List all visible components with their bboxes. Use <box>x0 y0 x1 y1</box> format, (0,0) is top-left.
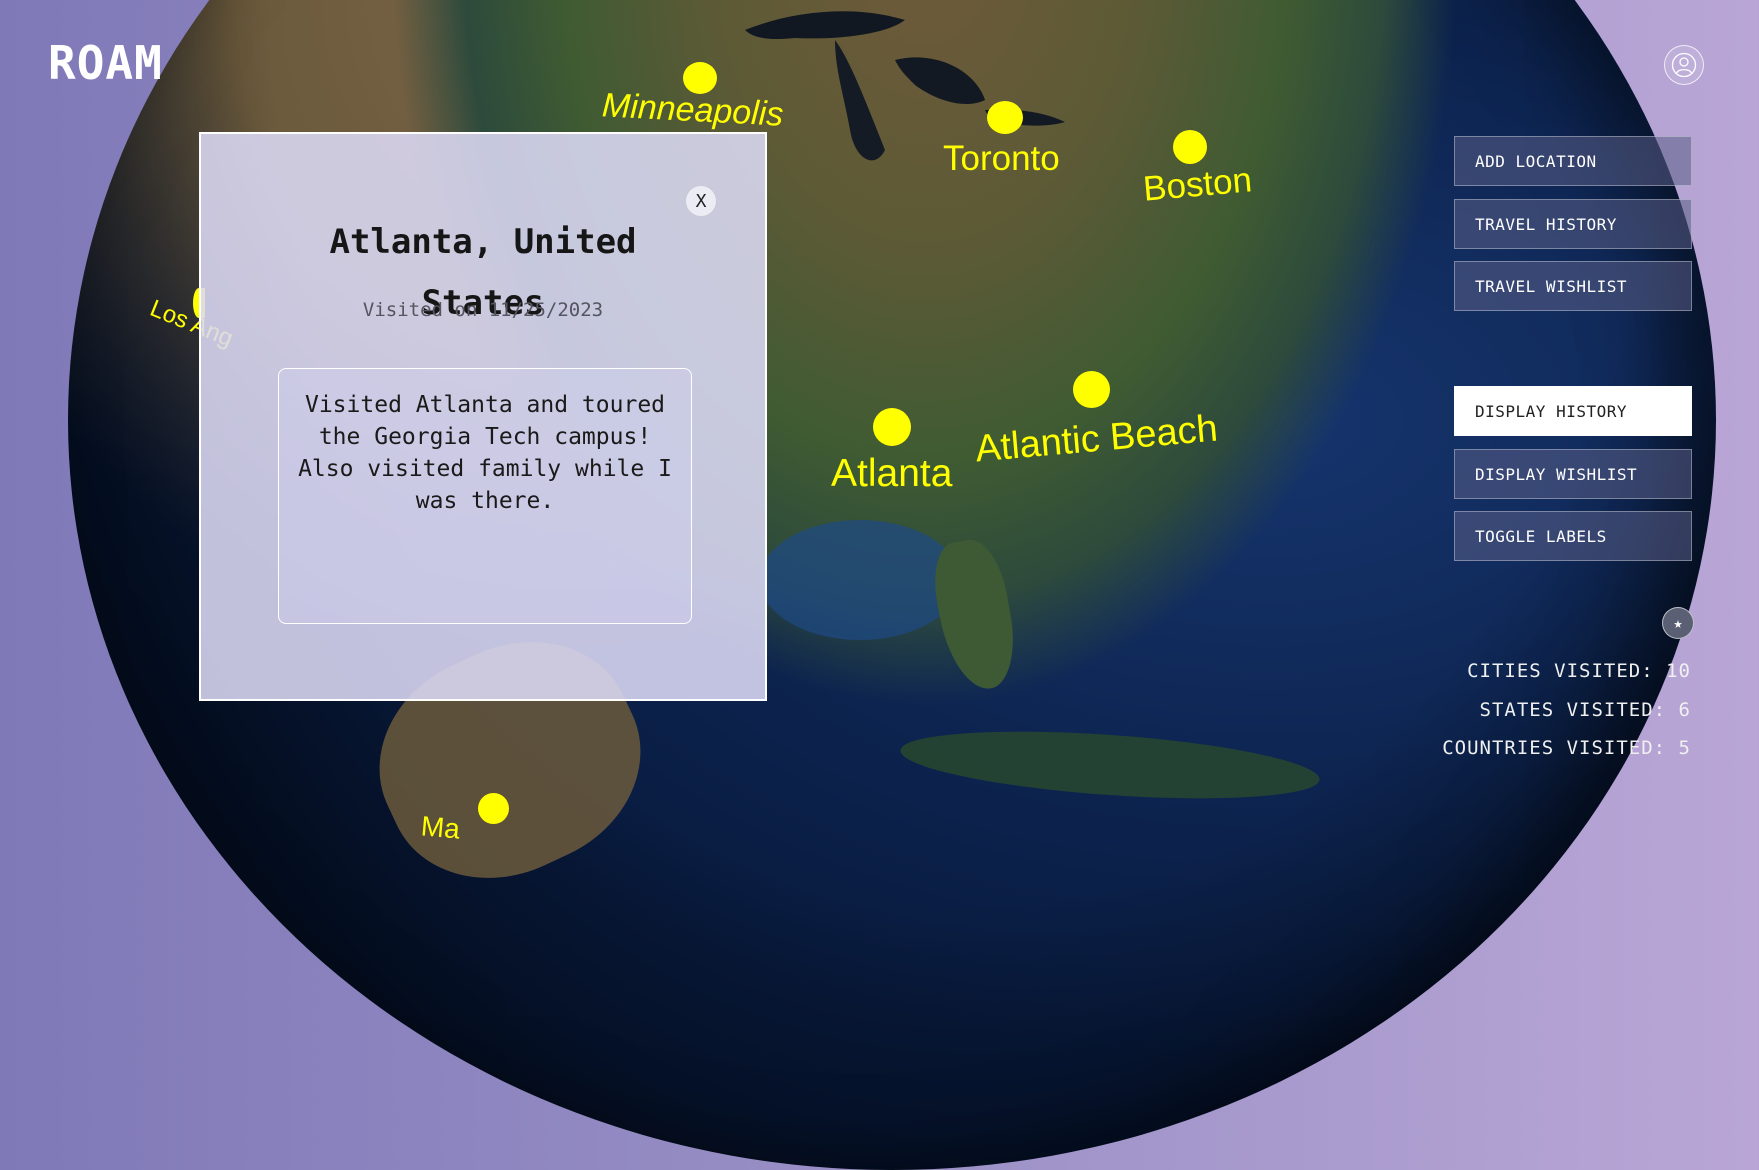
map-marker-minneapolis[interactable] <box>683 62 717 94</box>
city-label-toronto: Toronto <box>943 139 1060 178</box>
star-icon: ★ <box>1673 614 1683 632</box>
star-button[interactable]: ★ <box>1662 607 1694 639</box>
profile-button[interactable] <box>1664 45 1704 85</box>
display-wishlist-button[interactable]: DISPLAY WISHLIST <box>1454 449 1692 499</box>
visit-notes[interactable]: Visited Atlanta and toured the Georgia T… <box>278 368 692 624</box>
states-visited-stat: STATES VISITED: 6 <box>1479 699 1691 721</box>
city-label-minneapolis: Minneapolis <box>601 86 785 134</box>
map-marker-atlantic-beach[interactable] <box>1073 371 1110 408</box>
app-logo[interactable]: ROAM <box>48 36 163 90</box>
gulf-of-mexico <box>760 520 960 640</box>
city-label-boston: Boston <box>1141 160 1254 209</box>
countries-visited-stat: COUNTRIES VISITED: 5 <box>1442 737 1691 759</box>
popup-title-line1: Atlanta, United <box>329 222 637 262</box>
user-circle-icon <box>1671 52 1697 78</box>
location-detail-popup: X Atlanta, United States Visited on 11/2… <box>199 132 767 701</box>
map-marker-mexico-city[interactable] <box>478 793 509 824</box>
city-label-atlanta: Atlanta <box>831 452 953 495</box>
map-marker-boston[interactable] <box>1173 130 1207 164</box>
map-marker-atlanta[interactable] <box>873 408 911 446</box>
travel-wishlist-button[interactable]: TRAVEL WISHLIST <box>1454 261 1692 311</box>
travel-history-button[interactable]: TRAVEL HISTORY <box>1454 199 1692 249</box>
cities-visited-stat: CITIES VISITED: 10 <box>1467 660 1691 682</box>
map-marker-toronto[interactable] <box>987 101 1023 134</box>
toggle-labels-button[interactable]: TOGGLE LABELS <box>1454 511 1692 561</box>
visit-date: Visited on 11/25/2023 <box>362 299 604 321</box>
add-location-button[interactable]: ADD LOCATION <box>1454 136 1692 186</box>
city-label-mexico-city: Ma <box>419 810 462 845</box>
display-history-button[interactable]: DISPLAY HISTORY <box>1454 386 1692 436</box>
